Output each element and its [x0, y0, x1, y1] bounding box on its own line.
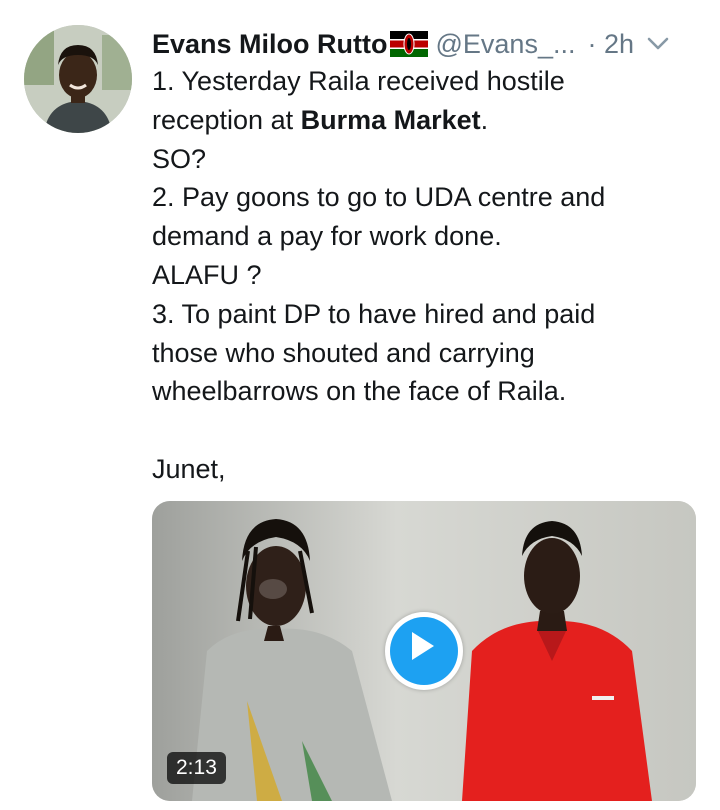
video-duration-badge: 2:13 — [167, 752, 226, 784]
tweet-line: ALAFU ? — [152, 259, 262, 290]
tweet[interactable]: Evans Miloo Rutto @Evans_... · 2h 1. Yes… — [0, 0, 720, 810]
tweet-header: Evans Miloo Rutto @Evans_... · 2h — [152, 24, 700, 64]
tweet-line: Junet, — [152, 453, 226, 484]
tweet-line-text: reception at — [152, 104, 301, 135]
tweet-timestamp[interactable]: · 2h — [587, 29, 634, 60]
tweet-line: 3. To paint DP to have hired and paid — [152, 298, 596, 329]
avatar-photo — [24, 25, 132, 133]
tweet-line: demand a pay for work done. — [152, 221, 502, 252]
tweet-line: those who shouted and carrying — [152, 337, 535, 368]
tweet-line: SO? — [152, 143, 207, 174]
play-button[interactable] — [385, 612, 463, 690]
tweet-line: 1. Yesterday Raila received hostile — [152, 66, 565, 96]
tweet-line: wheelbarrows on the face of Raila. — [152, 376, 567, 407]
author-handle[interactable]: @Evans_... — [436, 29, 576, 60]
chevron-down-icon[interactable] — [644, 30, 672, 58]
avatar[interactable] — [24, 25, 132, 133]
tweet-line: 2. Pay goons to go to UDA centre and — [152, 182, 606, 213]
play-icon — [412, 632, 434, 660]
video-player[interactable]: 2:13 — [152, 501, 696, 801]
tweet-line-suffix: . — [480, 104, 489, 135]
tweet-text: 1. Yesterday Raila received hostile rece… — [152, 62, 692, 489]
location-bold: Burma Market — [300, 104, 481, 135]
author-name[interactable]: Evans Miloo Rutto — [152, 29, 388, 60]
kenya-flag-icon — [389, 31, 428, 57]
tweet-line: reception at Burma Market. — [152, 101, 692, 140]
